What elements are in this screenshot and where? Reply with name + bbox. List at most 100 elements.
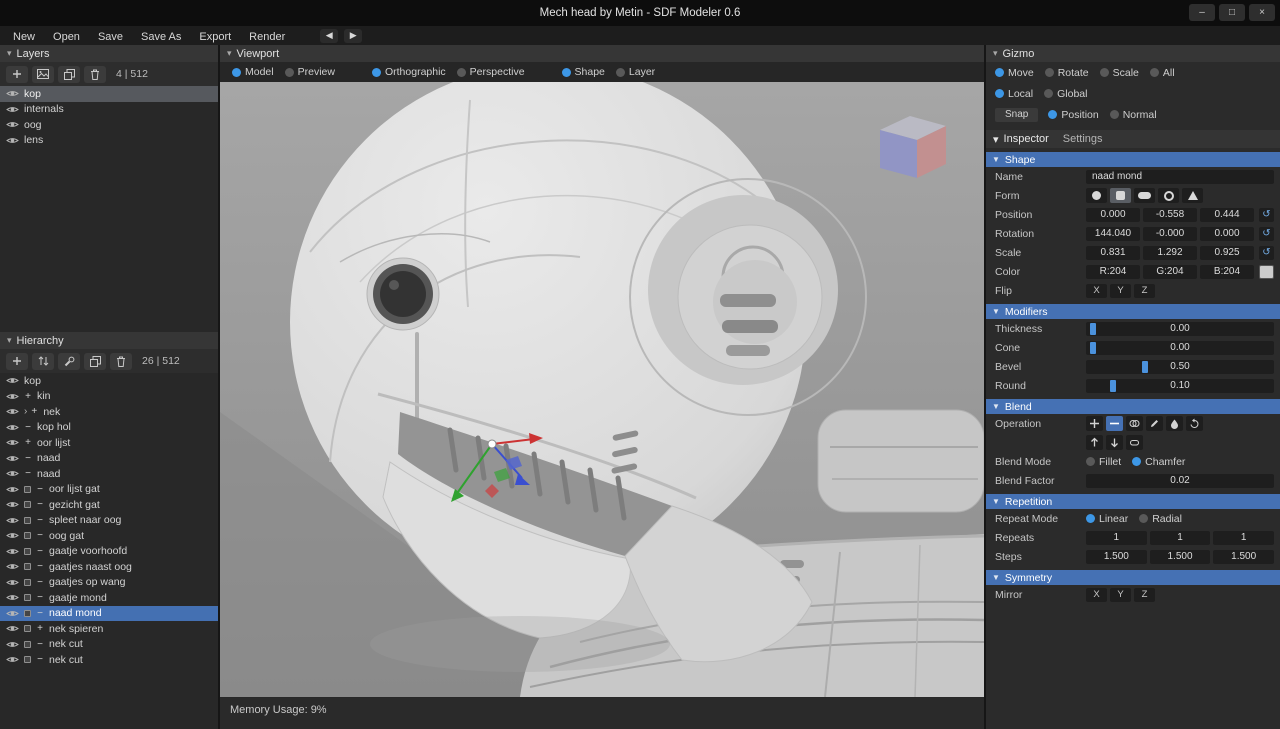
hierarchy-panel-header[interactable]: ▾ Hierarchy	[0, 332, 218, 349]
blend-section-header[interactable]: ▼ Blend	[986, 399, 1280, 414]
hierarchy-row[interactable]: −gaatjes op wang	[0, 575, 218, 591]
hierarchy-row[interactable]: −oog gat	[0, 528, 218, 544]
layer-row[interactable]: oog	[0, 117, 218, 133]
maximize-button[interactable]: □	[1219, 4, 1245, 21]
layer-row[interactable]: kop	[0, 86, 218, 102]
number-field[interactable]: -0.558	[1143, 208, 1197, 222]
visibility-eye-icon[interactable]	[6, 438, 19, 447]
radio-chamfer[interactable]: Chamfer	[1132, 456, 1185, 468]
visibility-eye-icon[interactable]	[6, 624, 19, 633]
shape-name-input[interactable]: naad mond	[1086, 170, 1274, 184]
duplicate-layer-button[interactable]	[58, 66, 80, 83]
hierarchy-row[interactable]: −naad	[0, 451, 218, 467]
form-box-button[interactable]	[1110, 188, 1131, 203]
visibility-eye-icon[interactable]	[6, 578, 19, 587]
number-field[interactable]: 1	[1086, 531, 1147, 545]
radio-position[interactable]: Position	[1048, 109, 1098, 121]
layers-panel-header[interactable]: ▾ Layers	[0, 45, 218, 62]
number-field[interactable]: 0.925	[1200, 246, 1254, 260]
layer-row[interactable]: lens	[0, 133, 218, 149]
radio-local[interactable]: Local	[995, 88, 1033, 100]
hierarchy-row[interactable]: −spleet naar oog	[0, 513, 218, 529]
delete-layer-button[interactable]	[84, 66, 106, 83]
number-field[interactable]: 1.292	[1143, 246, 1197, 260]
radio-normal[interactable]: Normal	[1110, 109, 1157, 121]
sort-button[interactable]	[32, 353, 54, 370]
radio-linear[interactable]: Linear	[1086, 513, 1128, 525]
number-field[interactable]: 0.000	[1086, 208, 1140, 222]
radio-rotate[interactable]: Rotate	[1045, 67, 1089, 79]
history-forward-button[interactable]: ▶	[344, 29, 362, 43]
layer-image-button[interactable]	[32, 66, 54, 83]
duplicate-shape-button[interactable]	[84, 353, 106, 370]
expand-chevron-icon[interactable]: ›	[24, 406, 27, 417]
number-field[interactable]: 1	[1150, 531, 1211, 545]
hierarchy-row[interactable]: −oor lijst gat	[0, 482, 218, 498]
hierarchy-row[interactable]: −gaatje voorhoofd	[0, 544, 218, 560]
viewport-canvas[interactable]	[220, 82, 984, 698]
number-field[interactable]: 1	[1213, 531, 1274, 545]
history-back-button[interactable]: ◀	[320, 29, 338, 43]
reset-scale-button[interactable]: ↺	[1259, 246, 1274, 260]
tab-settings[interactable]: Settings	[1063, 133, 1103, 145]
number-field[interactable]: 0.444	[1200, 208, 1254, 222]
menu-save[interactable]: Save	[89, 31, 132, 43]
radio-move[interactable]: Move	[995, 67, 1034, 79]
bevel-slider[interactable]: 0.50	[1086, 360, 1274, 374]
visibility-eye-icon[interactable]	[6, 136, 19, 145]
number-field[interactable]: G:204	[1143, 265, 1197, 279]
number-field[interactable]: 1.500	[1150, 550, 1211, 564]
visibility-eye-icon[interactable]	[6, 89, 19, 98]
number-field[interactable]: 1.500	[1213, 550, 1274, 564]
radio-global[interactable]: Global	[1044, 88, 1087, 100]
form-torus-button[interactable]	[1158, 188, 1179, 203]
round-slider[interactable]: 0.10	[1086, 379, 1274, 393]
symmetry-section-header[interactable]: ▼ Symmetry	[986, 570, 1280, 585]
number-field[interactable]: 0.000	[1200, 227, 1254, 241]
radio-scale[interactable]: Scale	[1100, 67, 1139, 79]
close-button[interactable]: ×	[1249, 4, 1275, 21]
number-field[interactable]: -0.000	[1143, 227, 1197, 241]
number-field[interactable]: 1.500	[1086, 550, 1147, 564]
toggle-y[interactable]: Y	[1110, 284, 1131, 298]
form-cone-button[interactable]	[1182, 188, 1203, 203]
visibility-eye-icon[interactable]	[6, 454, 19, 463]
reset-position-button[interactable]: ↺	[1259, 208, 1274, 222]
toggle-z[interactable]: Z	[1134, 588, 1155, 602]
number-field[interactable]: B:204	[1200, 265, 1254, 279]
visibility-eye-icon[interactable]	[6, 655, 19, 664]
number-field[interactable]: 0.831	[1086, 246, 1140, 260]
blend-factor-field[interactable]: 0.02	[1086, 474, 1274, 488]
visibility-eye-icon[interactable]	[6, 423, 19, 432]
visibility-eye-icon[interactable]	[6, 593, 19, 602]
operation-fill-button[interactable]	[1166, 416, 1183, 431]
hierarchy-row[interactable]: +oor lijst	[0, 435, 218, 451]
operation-pull-button[interactable]	[1086, 435, 1103, 450]
radio-shape[interactable]: Shape	[562, 66, 605, 78]
delete-shape-button[interactable]	[110, 353, 132, 370]
minimize-button[interactable]: –	[1189, 4, 1215, 21]
operation-push-button[interactable]	[1106, 435, 1123, 450]
menu-render[interactable]: Render	[240, 31, 294, 43]
visibility-eye-icon[interactable]	[6, 392, 19, 401]
thickness-slider[interactable]: 0.00	[1086, 322, 1274, 336]
visibility-eye-icon[interactable]	[6, 562, 19, 571]
cone-slider[interactable]: 0.00	[1086, 341, 1274, 355]
visibility-eye-icon[interactable]	[6, 500, 19, 509]
hierarchy-row[interactable]: −naad	[0, 466, 218, 482]
visibility-eye-icon[interactable]	[6, 376, 19, 385]
menu-export[interactable]: Export	[190, 31, 240, 43]
hierarchy-row[interactable]: −nek cut	[0, 637, 218, 653]
gizmo-panel-header[interactable]: ▾ Gizmo	[986, 45, 1280, 62]
visibility-eye-icon[interactable]	[6, 485, 19, 494]
toggle-y[interactable]: Y	[1110, 588, 1131, 602]
toggle-z[interactable]: Z	[1134, 284, 1155, 298]
hierarchy-row[interactable]: −gaatje mond	[0, 590, 218, 606]
repetition-section-header[interactable]: ▼ Repetition	[986, 494, 1280, 509]
tools-button[interactable]	[58, 353, 80, 370]
reset-rotation-button[interactable]: ↺	[1259, 227, 1274, 241]
hierarchy-row[interactable]: −gaatjes naast oog	[0, 559, 218, 575]
shape-section-header[interactable]: ▼ Shape	[986, 152, 1280, 167]
snap-button[interactable]: Snap	[995, 108, 1038, 122]
hierarchy-row[interactable]: ›+nek	[0, 404, 218, 420]
